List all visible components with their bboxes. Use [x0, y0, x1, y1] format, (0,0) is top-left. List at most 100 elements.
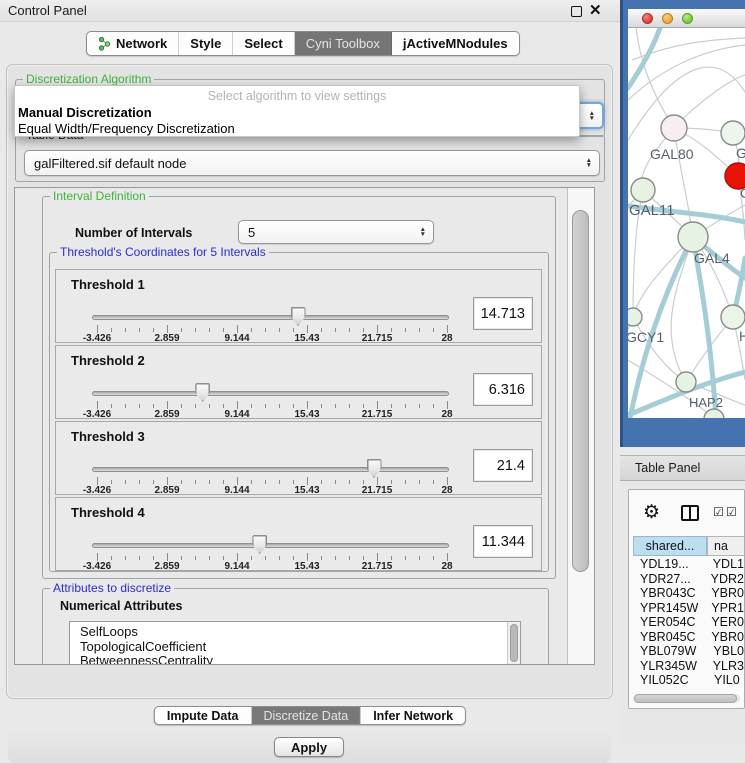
tick-mark [363, 404, 364, 408]
number-of-intervals-label: Number of Intervals [75, 226, 192, 240]
checkbox-icon[interactable]: ☑ [726, 505, 737, 519]
column-header-shared-name[interactable]: shared... [633, 536, 707, 556]
network-node[interactable] [704, 409, 724, 418]
tab-infer-network[interactable]: Infer Network [361, 707, 465, 724]
threshold-slider-track[interactable] [92, 391, 449, 396]
name-cell[interactable]: YBR0 [704, 630, 744, 645]
shared-name-cell[interactable]: YDL19... [633, 557, 706, 572]
tick-mark [433, 404, 434, 408]
tick-label: 28 [441, 561, 452, 572]
shared-name-cell[interactable]: YBL079W [633, 644, 706, 659]
tick-mark [419, 328, 420, 332]
tab-jactivemnodules[interactable]: jActiveMNodules [392, 32, 519, 55]
table-row[interactable]: YDL19...YDL1 [633, 557, 744, 572]
tick-label: 2.859 [154, 333, 179, 344]
close-icon[interactable]: ✕ [589, 1, 602, 19]
network-window-titlebar[interactable] [628, 9, 745, 28]
checkbox-icon[interactable]: ☑ [713, 505, 724, 519]
threshold-slider-handle[interactable] [252, 535, 267, 554]
name-cell[interactable]: YIL0 [707, 673, 740, 688]
zoom-traffic-light[interactable] [682, 13, 693, 24]
table-row[interactable]: YIL052CYIL0 [633, 673, 744, 688]
table-hscrollbar-thumb[interactable] [634, 694, 737, 703]
tab-network[interactable]: Network [87, 32, 179, 55]
network-node-label: C [740, 185, 745, 201]
network-node[interactable] [628, 308, 642, 326]
table-row[interactable]: YBR045CYBR0 [633, 630, 744, 645]
attributes-list-scrollbar[interactable] [507, 622, 520, 665]
table-horizontal-scrollbar[interactable] [633, 694, 740, 703]
tab-select[interactable]: Select [233, 32, 294, 55]
network-node[interactable] [721, 121, 745, 145]
tab-cyni-toolbox[interactable]: Cyni Toolbox [295, 32, 392, 55]
settings-scrollbar-thumb[interactable] [572, 210, 589, 572]
attribute-list-item[interactable]: BetweennessCentrality [70, 654, 520, 665]
shared-name-cell[interactable]: YBR043C [633, 586, 704, 601]
attribute-list-item[interactable]: TopologicalCoefficient [70, 640, 520, 655]
tab-impute-data[interactable]: Impute Data [155, 707, 252, 724]
attribute-list-item[interactable]: SelfLoops [70, 625, 520, 640]
split-view-icon[interactable] [681, 505, 699, 521]
shared-name-cell[interactable]: YER054C [633, 615, 704, 630]
network-node[interactable] [661, 115, 687, 141]
name-cell[interactable]: YPR1 [704, 601, 744, 616]
name-cell[interactable]: YDR2 [704, 572, 744, 587]
shared-name-cell[interactable]: YIL052C [633, 673, 707, 688]
numerical-attributes-list[interactable]: SelfLoopsTopologicalCoefficientBetweenne… [69, 621, 521, 665]
attributes-list-scrollbar-thumb[interactable] [510, 624, 518, 662]
threshold-slider-track[interactable] [92, 315, 449, 320]
apply-button[interactable]: Apply [274, 737, 344, 757]
table-data-combobox[interactable]: galFiltered.sif default node ▲▼ [24, 150, 600, 176]
threshold-value-field[interactable]: 6.316 [473, 373, 533, 406]
tab-style[interactable]: Style [179, 32, 233, 55]
threshold-slider-handle[interactable] [367, 459, 382, 478]
minimize-traffic-light[interactable] [662, 13, 673, 24]
threshold-row: Threshold 2-3.4262.8599.14415.4321.71528… [55, 345, 542, 419]
shared-name-cell[interactable]: YDR27... [633, 572, 704, 587]
threshold-value-field[interactable]: 14.713 [473, 297, 533, 330]
network-edge[interactable] [674, 128, 693, 237]
settings-vertical-scrollbar[interactable] [567, 188, 594, 664]
tick-mark [181, 404, 182, 408]
table-row[interactable]: YDR27...YDR2 [633, 572, 744, 587]
table-row[interactable]: YPR145WYPR1 [633, 601, 744, 616]
name-cell[interactable]: YLR3 [706, 659, 744, 674]
close-traffic-light[interactable] [642, 13, 653, 24]
shared-name-cell[interactable]: YBR045C [633, 630, 704, 645]
tick-mark [391, 328, 392, 332]
network-canvas[interactable]: GAL80GACGAL11GAL4GCY1HHAP2 [628, 28, 745, 418]
tab-discretize-data[interactable]: Discretize Data [251, 707, 361, 724]
network-node[interactable] [676, 372, 696, 392]
threshold-slider-track[interactable] [92, 543, 449, 548]
network-node[interactable] [721, 305, 745, 329]
threshold-value-field[interactable]: 11.344 [473, 525, 533, 558]
threshold-slider-track[interactable] [92, 467, 449, 472]
tab-network-label: Network [116, 36, 167, 51]
tick-mark [391, 480, 392, 484]
table-row[interactable]: YLR345WYLR3 [633, 659, 744, 674]
name-cell[interactable]: YBR0 [704, 586, 744, 601]
threshold-value-field[interactable]: 21.4 [473, 449, 533, 482]
table-row[interactable]: YBR043CYBR0 [633, 586, 744, 601]
name-cell[interactable]: YDL1 [706, 557, 744, 572]
gear-icon[interactable]: ⚙ [643, 503, 660, 523]
attributes-group: Attributes to discretize Numerical Attri… [42, 588, 549, 665]
dropdown-option-equal-width-frequency[interactable]: Equal Width/Frequency Discretization [18, 121, 235, 136]
column-header-name[interactable]: na [707, 536, 745, 556]
network-node[interactable] [631, 178, 655, 202]
number-of-intervals-combobox[interactable]: 5 ▲▼ [238, 220, 434, 244]
network-thick-edge[interactable] [628, 28, 660, 88]
dropdown-option-manual-discretization[interactable]: Manual Discretization [18, 105, 152, 120]
shared-name-cell[interactable]: YPR145W [633, 601, 704, 616]
float-window-icon[interactable] [571, 6, 582, 17]
name-cell[interactable]: YER0 [704, 615, 744, 630]
threshold-slider-handle[interactable] [291, 307, 306, 326]
cyni-toolbox-panel: Discretization Algorithm ▲▼ Table Data g… [6, 64, 613, 699]
threshold-slider-handle[interactable] [195, 383, 210, 402]
name-cell[interactable]: YBL0 [706, 644, 744, 659]
network-node[interactable] [678, 222, 708, 252]
shared-name-cell[interactable]: YLR345W [633, 659, 706, 674]
attributes-group-title: Attributes to discretize [50, 581, 174, 595]
table-row[interactable]: YER054CYER0 [633, 615, 744, 630]
table-row[interactable]: YBL079WYBL0 [633, 644, 744, 659]
